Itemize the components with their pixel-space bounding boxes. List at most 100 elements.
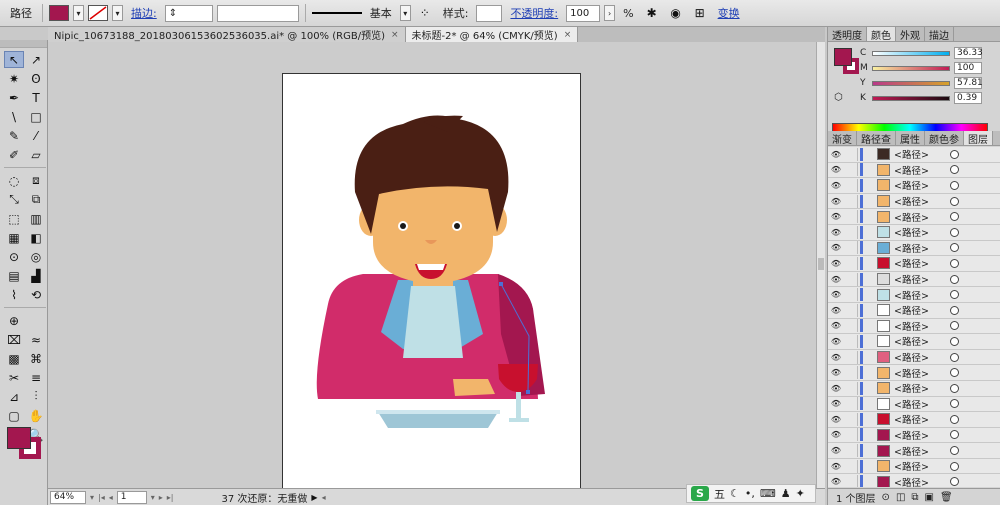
next-page-icon[interactable]: ▸ [159, 493, 163, 502]
new-sublayer-icon[interactable]: ⧉ [911, 492, 918, 503]
tab-pathfinder[interactable]: 路径查 [857, 131, 896, 146]
tab-gradient[interactable]: 渐变 [828, 131, 857, 146]
opacity-link[interactable]: 不透明度: [506, 5, 562, 21]
layer-name[interactable]: <路径> [894, 178, 946, 192]
tool-button[interactable]: ⁄ [26, 127, 46, 144]
tool-button[interactable]: ⟲ [26, 286, 46, 303]
layer-row[interactable]: 👁 <路径> [828, 241, 1000, 257]
lock-toggle[interactable] [844, 444, 858, 458]
artboard[interactable] [282, 73, 581, 488]
tool-button[interactable]: ≈ [26, 331, 46, 348]
target-circle-icon[interactable] [950, 227, 959, 237]
sogou-logo[interactable]: S [691, 486, 709, 501]
close-icon[interactable]: × [564, 30, 572, 40]
tool-button[interactable]: ◧ [26, 229, 46, 246]
visibility-eye-icon[interactable]: 👁 [828, 430, 844, 439]
tab-layers[interactable]: 图层 [964, 131, 993, 146]
lock-toggle[interactable] [844, 210, 858, 224]
layer-row[interactable]: 👁 <路径> [828, 334, 1000, 350]
layer-name[interactable]: <路径> [894, 381, 946, 395]
visibility-eye-icon[interactable]: 👁 [828, 446, 844, 455]
visibility-eye-icon[interactable]: 👁 [828, 368, 844, 377]
panel-fill-box[interactable] [834, 48, 852, 66]
visibility-eye-icon[interactable]: 👁 [828, 399, 844, 408]
target-circle-icon[interactable] [950, 305, 959, 315]
layer-name[interactable]: <路径> [894, 256, 946, 270]
layer-row[interactable]: 👁 <路径> [828, 256, 1000, 272]
lock-toggle[interactable] [844, 397, 858, 411]
layer-row[interactable]: 👁 <路径> [828, 272, 1000, 288]
tab-appearance[interactable]: 外观 [896, 27, 925, 42]
layer-name[interactable]: <路径> [894, 225, 946, 239]
layer-row[interactable]: 👁 <路径> [828, 443, 1000, 459]
stroke-link[interactable]: 描边: [127, 5, 161, 21]
page-dropdown[interactable]: ▾ [151, 493, 155, 502]
tool-button[interactable]: ✒ [4, 89, 24, 106]
layer-name[interactable]: <路径> [894, 428, 946, 442]
visibility-eye-icon[interactable]: 👁 [828, 462, 844, 471]
tool-button[interactable]: ⊕ [4, 312, 24, 329]
target-circle-icon[interactable] [950, 149, 959, 159]
target-circle-icon[interactable] [950, 430, 959, 440]
keyboard-icon[interactable]: ⌨ [760, 487, 776, 500]
panel-grip[interactable] [0, 40, 47, 48]
lock-toggle[interactable] [844, 319, 858, 333]
layer-row[interactable]: 👁 <路径> [828, 365, 1000, 381]
layer-row[interactable]: 👁 <路径> [828, 412, 1000, 428]
last-page-icon[interactable]: ▸| [167, 493, 174, 502]
lock-toggle[interactable] [844, 428, 858, 442]
lock-toggle[interactable] [844, 241, 858, 255]
tool-button[interactable]: ▟ [26, 267, 46, 284]
visibility-eye-icon[interactable]: 👁 [828, 259, 844, 268]
clip-icon[interactable]: ◫ [896, 492, 905, 503]
target-circle-icon[interactable] [950, 290, 959, 300]
new-layer-icon[interactable]: ▣ [925, 492, 934, 503]
visibility-eye-icon[interactable]: 👁 [828, 165, 844, 174]
visibility-eye-icon[interactable]: 👁 [828, 243, 844, 252]
black-slider[interactable] [872, 95, 950, 101]
tool-button[interactable]: T [26, 89, 46, 106]
target-circle-icon[interactable] [950, 180, 959, 190]
visibility-eye-icon[interactable]: 👁 [828, 228, 844, 237]
zoom-field[interactable]: 64% [50, 490, 86, 504]
yellow-slider[interactable] [872, 80, 950, 86]
black-value[interactable]: 0.39 [954, 92, 982, 104]
layer-row[interactable]: 👁 <路径> [828, 225, 1000, 241]
opacity-field[interactable]: 100 [566, 4, 601, 22]
visibility-eye-icon[interactable]: 👁 [828, 306, 844, 315]
layer-name[interactable]: <路径> [894, 350, 946, 364]
tool-button[interactable]: ✋ [26, 407, 46, 424]
opacity-dropdown[interactable]: › [604, 5, 616, 21]
moon-icon[interactable]: ☾ [730, 487, 740, 500]
tool-button[interactable]: ⤡ [4, 191, 24, 208]
brush-dropdown[interactable]: ▾ [399, 5, 411, 21]
visibility-eye-icon[interactable]: 👁 [828, 197, 844, 206]
layer-row[interactable]: 👁 <路径> [828, 147, 1000, 163]
canvas[interactable] [48, 42, 816, 488]
globe-icon[interactable]: ◉ [666, 5, 686, 22]
tool-button[interactable]: ⊿ [4, 388, 24, 405]
layer-name[interactable]: <路径> [894, 319, 946, 333]
target-circle-icon[interactable] [950, 446, 959, 456]
cube-icon[interactable]: ⬡ [834, 92, 843, 103]
target-circle-icon[interactable] [950, 258, 959, 268]
stroke-swatch[interactable] [88, 5, 108, 21]
layer-row[interactable]: 👁 <路径> [828, 381, 1000, 397]
layer-row[interactable]: 👁 <路径> [828, 459, 1000, 475]
tool-button[interactable]: ↖ [4, 51, 24, 68]
target-circle-icon[interactable] [950, 383, 959, 393]
lock-toggle[interactable] [844, 381, 858, 395]
close-icon[interactable]: × [391, 30, 399, 40]
target-circle-icon[interactable] [950, 414, 959, 424]
target-circle-icon[interactable] [950, 461, 959, 471]
recolor-icon[interactable]: ✱ [642, 5, 662, 22]
layer-name[interactable]: <路径> [894, 412, 946, 426]
magenta-value[interactable]: 100 [954, 62, 982, 74]
tool-button[interactable]: ✐ [4, 146, 24, 163]
lock-toggle[interactable] [844, 412, 858, 426]
layer-name[interactable]: <路径> [894, 334, 946, 348]
prev-page-icon[interactable]: ◂ [109, 493, 113, 502]
lock-toggle[interactable] [844, 475, 858, 487]
tool-button[interactable]: ✎ [4, 127, 24, 144]
layer-name[interactable]: <路径> [894, 303, 946, 317]
